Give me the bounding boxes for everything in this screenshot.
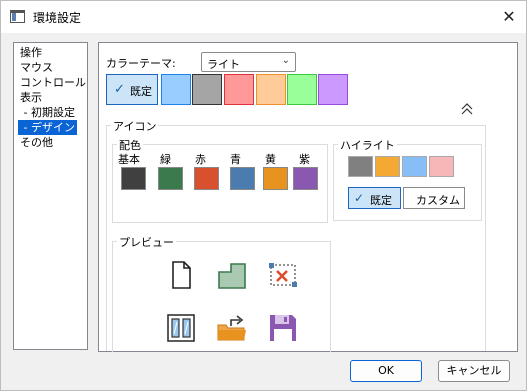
remove-selection-icon xyxy=(269,263,297,287)
chevron-down-icon: ⌄ xyxy=(281,55,290,66)
highlight-custom-label: カスタム xyxy=(416,194,460,207)
save-icon xyxy=(270,315,296,341)
palette-label-yellow: 黄 xyxy=(265,153,276,166)
nav-item-display[interactable]: 表示 xyxy=(18,90,44,105)
compare-panels-icon xyxy=(167,314,195,342)
palette-label-green: 緑 xyxy=(160,153,171,166)
highlight-default-button[interactable]: ✓ 既定 xyxy=(348,187,401,209)
theme-default-button[interactable]: ✓ 既定 xyxy=(106,74,158,105)
design-panel: カラーテーマ: ライト ⌄ ✓ 既定 アイコン 配色 基本 緑 赤 青 黄 紫 … xyxy=(98,42,518,352)
preview-group: プレビュー xyxy=(112,234,331,352)
palette-label-basic: 基本 xyxy=(118,153,140,166)
palette-label-purple: 紫 xyxy=(299,153,310,166)
icons-group: アイコン 配色 基本 緑 赤 青 黄 紫 ハイライト ✓ 既定 カスタム プレビ… xyxy=(106,118,486,352)
highlight-default-label: 既定 xyxy=(370,194,392,207)
highlight-custom-button[interactable]: カスタム xyxy=(403,187,465,209)
app-icon xyxy=(10,10,25,23)
check-icon: ✓ xyxy=(114,82,125,97)
preview-title: プレビュー xyxy=(117,234,176,250)
theme-swatch-green[interactable] xyxy=(287,74,317,105)
palette-group: 配色 基本 緑 赤 青 黄 紫 xyxy=(112,137,328,223)
color-theme-select[interactable]: ライト ⌄ xyxy=(201,52,296,72)
check-icon: ✓ xyxy=(354,191,365,205)
theme-swatch-purple[interactable] xyxy=(318,74,348,105)
collapse-icon[interactable] xyxy=(459,101,475,117)
highlight-swatch-gray[interactable] xyxy=(348,156,373,177)
title-bar: 環境設定 ✕ xyxy=(1,1,526,33)
category-list[interactable]: 操作 マウス コントロール 表示 - 初期設定 - デザイン その他 xyxy=(13,42,88,350)
palette-swatch-green[interactable] xyxy=(158,167,183,190)
palette-swatch-red[interactable] xyxy=(194,167,219,190)
nav-item-control[interactable]: コントロール xyxy=(18,75,88,90)
highlight-title: ハイライト xyxy=(338,137,397,153)
highlight-swatch-pink[interactable] xyxy=(429,156,454,177)
palette-swatch-purple[interactable] xyxy=(293,167,318,190)
theme-swatch-blue[interactable] xyxy=(161,74,191,105)
theme-default-label: 既定 xyxy=(130,85,152,98)
nav-item-initial-settings[interactable]: - 初期設定 xyxy=(18,105,77,120)
palette-label-blue: 青 xyxy=(230,153,241,166)
nav-item-mouse[interactable]: マウス xyxy=(18,60,55,75)
highlight-swatch-blue[interactable] xyxy=(402,156,427,177)
ok-button[interactable]: OK xyxy=(350,360,422,382)
window-title: 環境設定 xyxy=(33,11,82,25)
nav-item-operation[interactable]: 操作 xyxy=(18,45,44,60)
nav-item-design[interactable]: - デザイン xyxy=(18,120,77,135)
color-theme-value: ライト xyxy=(207,58,240,71)
new-document-icon xyxy=(172,261,191,289)
nav-item-other[interactable]: その他 xyxy=(18,135,55,150)
layer-icon xyxy=(218,263,246,289)
palette-label-red: 赤 xyxy=(195,153,206,166)
palette-swatch-yellow[interactable] xyxy=(263,167,288,190)
palette-swatch-basic[interactable] xyxy=(121,167,146,190)
highlight-group: ハイライト ✓ 既定 カスタム xyxy=(333,137,482,221)
palette-swatch-blue[interactable] xyxy=(230,167,255,190)
theme-swatch-orange[interactable] xyxy=(256,74,286,105)
close-button[interactable]: ✕ xyxy=(499,7,519,27)
settings-window: 環境設定 ✕ 操作 マウス コントロール 表示 - 初期設定 - デザイン その… xyxy=(0,0,527,391)
color-theme-label: カラーテーマ: xyxy=(106,57,176,70)
theme-swatch-gray[interactable] xyxy=(192,74,222,105)
theme-swatch-red[interactable] xyxy=(224,74,254,105)
open-folder-icon xyxy=(217,315,246,341)
icons-group-title: アイコン xyxy=(111,118,159,134)
highlight-swatch-orange[interactable] xyxy=(375,156,400,177)
cancel-button[interactable]: キャンセル xyxy=(438,360,510,382)
